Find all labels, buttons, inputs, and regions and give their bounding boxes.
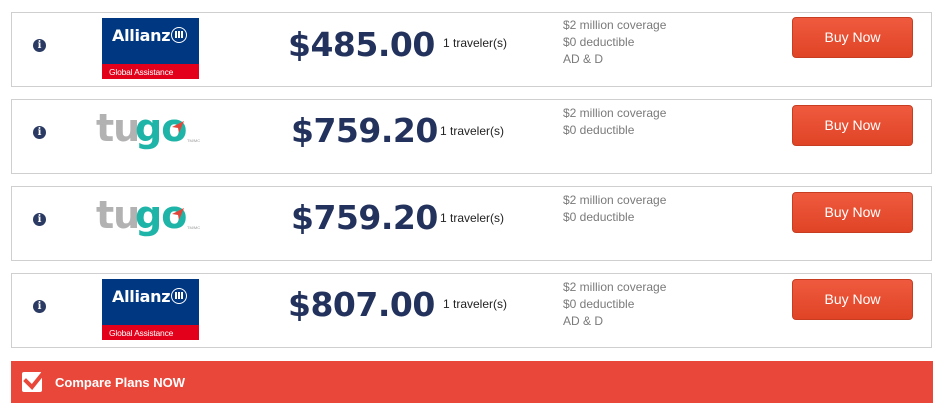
info-circle-icon[interactable]: i [33, 300, 46, 313]
plan-card: i tu go TM/MC $759.20 1 traveler(s) $2 m… [11, 186, 932, 261]
allianz-logo-brand: Allianz [112, 287, 171, 306]
plan-travelers: 1 traveler(s) [440, 211, 505, 225]
tugo-trademark: TM/MC [187, 138, 201, 143]
tugo-logo-text: tu [96, 193, 140, 237]
plan-travelers: 1 traveler(s) [443, 36, 508, 50]
plan-coverage: $2 million coverage $0 deductible AD & D [563, 279, 666, 330]
compass-arrow-icon [172, 121, 184, 133]
allianz-logo-tagline: Global Assistance [109, 328, 174, 338]
plan-card: i Allianz Global Assistance $807.00 1 tr… [11, 273, 932, 348]
plan-travelers: 1 traveler(s) [440, 124, 505, 138]
allianz-eagle-icon [171, 27, 187, 43]
plan-price: $485.00 [288, 25, 435, 64]
plan-results: i Allianz Global Assistance $485.00 1 tr… [0, 0, 943, 415]
compare-plans-button[interactable]: Compare Plans NOW [11, 361, 933, 403]
tugo-logo-text: tu [96, 106, 140, 150]
coverage-deductible: $0 deductible [563, 35, 635, 49]
coverage-amount: $2 million coverage [563, 280, 667, 294]
buy-now-button[interactable]: Buy Now [792, 105, 913, 146]
plan-price: $807.00 [288, 285, 435, 324]
plan-price: $759.20 [291, 198, 438, 237]
allianz-logo-tagline: Global Assistance [109, 67, 174, 77]
allianz-logo: Allianz Global Assistance [102, 18, 199, 79]
buy-now-button[interactable]: Buy Now [792, 192, 913, 233]
info-circle-icon[interactable]: i [33, 213, 46, 226]
coverage-deductible: $0 deductible [563, 297, 635, 311]
compare-plans-label: Compare Plans NOW [55, 375, 186, 390]
coverage-amount: $2 million coverage [563, 106, 667, 120]
info-circle-icon[interactable]: i [33, 126, 46, 139]
buy-now-button[interactable]: Buy Now [792, 17, 913, 58]
buy-now-button[interactable]: Buy Now [792, 279, 913, 320]
plan-card: i Allianz Global Assistance $485.00 1 tr… [11, 12, 932, 87]
coverage-deductible: $0 deductible [563, 210, 635, 224]
tugo-trademark: TM/MC [187, 225, 201, 230]
coverage-deductible: $0 deductible [563, 123, 635, 137]
coverage-add: AD & D [563, 52, 604, 66]
plan-price: $759.20 [291, 111, 438, 150]
allianz-logo: Allianz Global Assistance [102, 279, 199, 340]
plan-coverage: $2 million coverage $0 deductible [563, 192, 666, 226]
tugo-logo: tu go TM/MC [96, 193, 206, 249]
plan-card: i tu go TM/MC $759.20 1 traveler(s) $2 m… [11, 99, 932, 174]
compass-arrow-icon [172, 208, 184, 220]
plan-coverage: $2 million coverage $0 deductible AD & D [563, 17, 666, 68]
tugo-logo: tu go TM/MC [96, 106, 206, 162]
plan-coverage: $2 million coverage $0 deductible [563, 105, 666, 139]
coverage-amount: $2 million coverage [563, 193, 667, 207]
info-circle-icon[interactable]: i [33, 39, 46, 52]
allianz-eagle-icon [171, 288, 187, 304]
plan-travelers: 1 traveler(s) [443, 297, 508, 311]
checkmark-icon [22, 369, 47, 392]
coverage-amount: $2 million coverage [563, 18, 667, 32]
coverage-add: AD & D [563, 314, 604, 328]
allianz-logo-brand: Allianz [112, 26, 171, 45]
